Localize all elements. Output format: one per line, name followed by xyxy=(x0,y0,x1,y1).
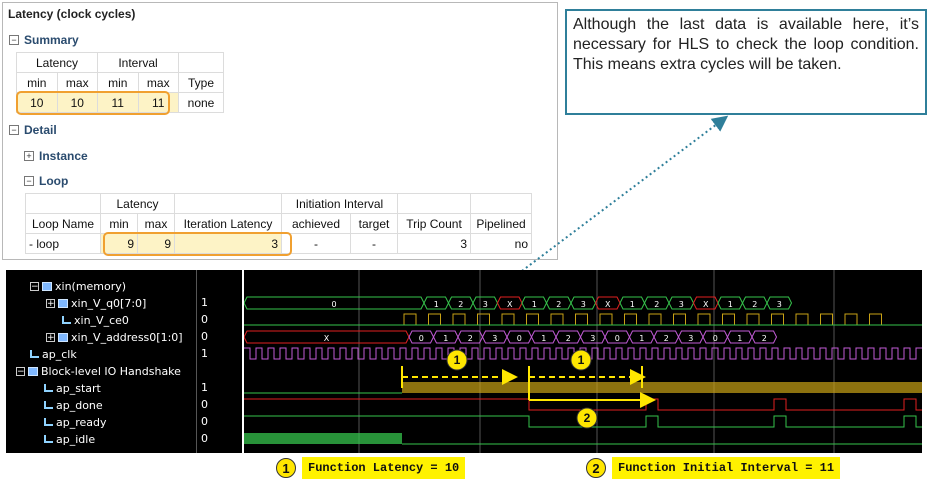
address0-bus-value-label: 3 xyxy=(688,334,693,343)
signal-group-block-level-io-handshake[interactable]: − Block-level IO Handshake xyxy=(16,364,181,378)
address0-bus-value-label: 3 xyxy=(590,334,595,343)
collapse-icon[interactable]: − xyxy=(30,281,39,291)
memory-icon xyxy=(42,281,52,291)
q0-bus-value-label: 1 xyxy=(630,300,635,309)
value-ap-clk: 1 xyxy=(201,347,208,360)
expand-icon[interactable]: + xyxy=(46,298,55,308)
marker-badge-1-label: 1 xyxy=(578,353,585,367)
address0-bus-value-label: 2 xyxy=(664,334,669,343)
ce0-pulse xyxy=(599,313,613,326)
signal-icon xyxy=(44,384,53,392)
ce0-pulse xyxy=(501,313,515,326)
group-icon xyxy=(28,366,38,376)
ce0-pulse xyxy=(624,313,637,326)
q0-bus-value-label: X xyxy=(605,300,611,309)
ap-idle-high xyxy=(244,433,402,444)
ce0-pulse xyxy=(648,313,662,326)
signal-icon xyxy=(44,435,53,443)
ce0-pulse xyxy=(428,313,441,326)
ce0-pulse xyxy=(550,313,564,326)
ce0-pulse xyxy=(526,313,539,326)
address0-bus-value-label: 1 xyxy=(443,334,448,343)
legend-item-function-initial-interval: 2 Function Initial Interval = 11 xyxy=(586,457,841,479)
legend-item-function-latency: 1 Function Latency = 10 xyxy=(276,457,466,479)
bus-icon xyxy=(58,332,68,342)
ce0-pulse xyxy=(771,313,784,326)
marker-badge-2: 2 xyxy=(586,458,606,478)
value-xin-v-q0: 1 xyxy=(201,296,208,309)
waveform-viewer: − xin(memory) + xin_V_q0[7:0] xin_V_ce0 + x… xyxy=(6,270,922,453)
q0-bus-value-label: X xyxy=(507,300,513,309)
signal-row-xin-v-ce0[interactable]: xin_V_ce0 xyxy=(62,313,129,327)
q0-bus-value-label: 2 xyxy=(654,300,659,309)
waveform-canvas[interactable]: 0 1 2 3 X 1 2 3 X 1 2 3 X 1 2 3 X 0 1 2 3 0 1 2 3 0 1 2 3 0 1 2 1 1 2 xyxy=(244,270,922,453)
signal-row-ap-idle[interactable]: ap_idle xyxy=(44,432,95,446)
ce0-pulse xyxy=(575,313,588,326)
marker-badge-1-label: 1 xyxy=(454,353,461,367)
ce0-pulse xyxy=(722,313,735,326)
q0-bus-value-label: 0 xyxy=(331,300,336,309)
q0-bus-value-label: 1 xyxy=(434,300,439,309)
signal-name-pane: − xin(memory) + xin_V_q0[7:0] xin_V_ce0 + x… xyxy=(6,270,192,453)
q0-bus-value-label: 1 xyxy=(532,300,537,309)
ce0-pulse xyxy=(403,313,417,326)
signal-row-ap-start[interactable]: ap_start xyxy=(44,381,101,395)
address0-bus-value-label: X xyxy=(324,334,330,343)
ce0-pulse xyxy=(673,313,686,326)
address0-bus-value-label: 0 xyxy=(517,334,522,343)
address0-bus-value-label: 2 xyxy=(468,334,473,343)
ce0-pulse xyxy=(746,313,760,326)
ce0-pulse xyxy=(795,313,809,326)
address0-bus-value-label: 1 xyxy=(541,334,546,343)
value-xin-v-ce0: 0 xyxy=(201,313,208,326)
q0-bus-value-label: 2 xyxy=(458,300,463,309)
address0-bus-value-label: 0 xyxy=(615,334,620,343)
address0-bus-value-label: 0 xyxy=(419,334,424,343)
ce0-pulse xyxy=(697,313,711,326)
signal-row-xin-v-q0[interactable]: + xin_V_q0[7:0] xyxy=(46,296,146,310)
value-xin-v-address0: 0 xyxy=(201,330,208,343)
q0-bus-value-label: 2 xyxy=(556,300,561,309)
signal-row-xin-memory[interactable]: − xin(memory) xyxy=(30,279,126,293)
marker-badge-2-label: 2 xyxy=(584,411,591,425)
address0-bus-value-label: 2 xyxy=(566,334,571,343)
value-ap-done: 0 xyxy=(201,398,208,411)
address0-bus-value-label: 1 xyxy=(737,334,742,343)
bus-icon xyxy=(58,298,68,308)
address0-bus-value-label: 3 xyxy=(492,334,497,343)
ce0-pulse xyxy=(844,313,858,326)
signal-row-ap-done[interactable]: ap_done xyxy=(44,398,103,412)
signal-value-pane: 1 0 0 1 1 0 0 0 xyxy=(196,270,243,453)
legend-text: Function Latency = 10 xyxy=(302,457,466,479)
value-ap-idle: 0 xyxy=(201,432,208,445)
signal-icon xyxy=(44,401,53,409)
signal-row-ap-ready[interactable]: ap_ready xyxy=(44,415,107,429)
ce0-pulse xyxy=(820,313,833,326)
q0-bus-value-label: X xyxy=(703,300,709,309)
q0-bus-value-label: 3 xyxy=(483,300,488,309)
signal-row-xin-v-address0[interactable]: + xin_V_address0[1:0] xyxy=(46,330,183,344)
address0-bus-value-label: 2 xyxy=(762,334,767,343)
address0-bus-value-label: 0 xyxy=(713,334,718,343)
q0-bus-value-label: 3 xyxy=(777,300,782,309)
ce0-pulse xyxy=(477,313,490,326)
q0-bus-value-label: 1 xyxy=(728,300,733,309)
q0-bus-value-label: 3 xyxy=(679,300,684,309)
address0-bus-value-label: 1 xyxy=(639,334,644,343)
q0-bus-value-label: 3 xyxy=(581,300,586,309)
value-ap-start: 1 xyxy=(201,381,208,394)
value-ap-ready: 0 xyxy=(201,415,208,428)
ce0-pulse xyxy=(869,313,882,326)
legend-text: Function Initial Interval = 11 xyxy=(612,457,841,479)
expand-icon[interactable]: + xyxy=(46,332,55,342)
ce0-pulse xyxy=(452,313,466,326)
signal-icon xyxy=(44,418,53,426)
ap-start-high xyxy=(402,382,922,393)
marker-badge-1: 1 xyxy=(276,458,296,478)
collapse-icon[interactable]: − xyxy=(16,366,25,376)
signal-icon xyxy=(30,350,39,358)
signal-icon xyxy=(62,316,71,324)
q0-bus-value-label: 2 xyxy=(752,300,757,309)
signal-row-ap-clk[interactable]: ap_clk xyxy=(30,347,77,361)
